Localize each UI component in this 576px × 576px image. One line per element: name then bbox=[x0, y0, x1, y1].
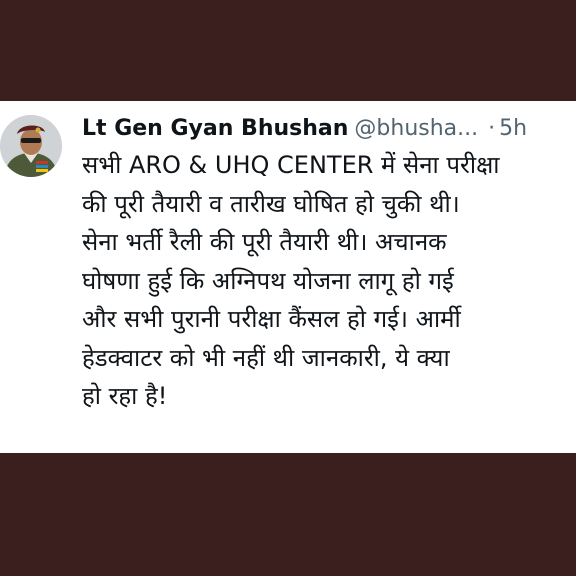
tweet-text-line: घोषणा हुई कि अग्निपथ योजना लागू हो गई bbox=[82, 266, 454, 295]
tweet-text-line: हो रहा है! bbox=[82, 382, 168, 410]
author-handle[interactable]: @bhusha... bbox=[354, 116, 478, 141]
tweet-text-line: हेडक्वाटर को भी नहीं थी जानकारी, ये क्या bbox=[82, 343, 450, 372]
tweet-timestamp[interactable]: 5h bbox=[499, 116, 527, 141]
author-name[interactable]: Lt Gen Gyan Bhushan bbox=[82, 116, 348, 141]
tweet-text-line: की पूरी तैयारी व तारीख घोषित हो चुकी थी। bbox=[82, 189, 460, 218]
tweet-text-line: सभी ARO & UHQ CENTER में सेना परीक्षा bbox=[82, 151, 500, 179]
tweet-text-line: और सभी पुरानी परीक्षा कैंसल हो गई। आर्मी bbox=[82, 305, 461, 333]
tweet-text: सभी ARO & UHQ CENTER में सेना परीक्षा की… bbox=[82, 146, 570, 416]
tweet-header: Lt Gen Gyan Bhushan @bhusha... · 5h bbox=[82, 114, 568, 144]
avatar[interactable] bbox=[0, 115, 62, 177]
tweet-card[interactable]: Lt Gen Gyan Bhushan @bhusha... · 5h सभी ARO… bbox=[0, 101, 576, 453]
avatar-image bbox=[0, 115, 62, 177]
tweet-text-line: सेना भर्ती रैली की पूरी तैयारी थी। अचानक bbox=[82, 228, 447, 256]
image-frame: Lt Gen Gyan Bhushan @bhusha... · 5h सभी ARO… bbox=[0, 0, 576, 576]
separator-dot: · bbox=[488, 116, 496, 141]
